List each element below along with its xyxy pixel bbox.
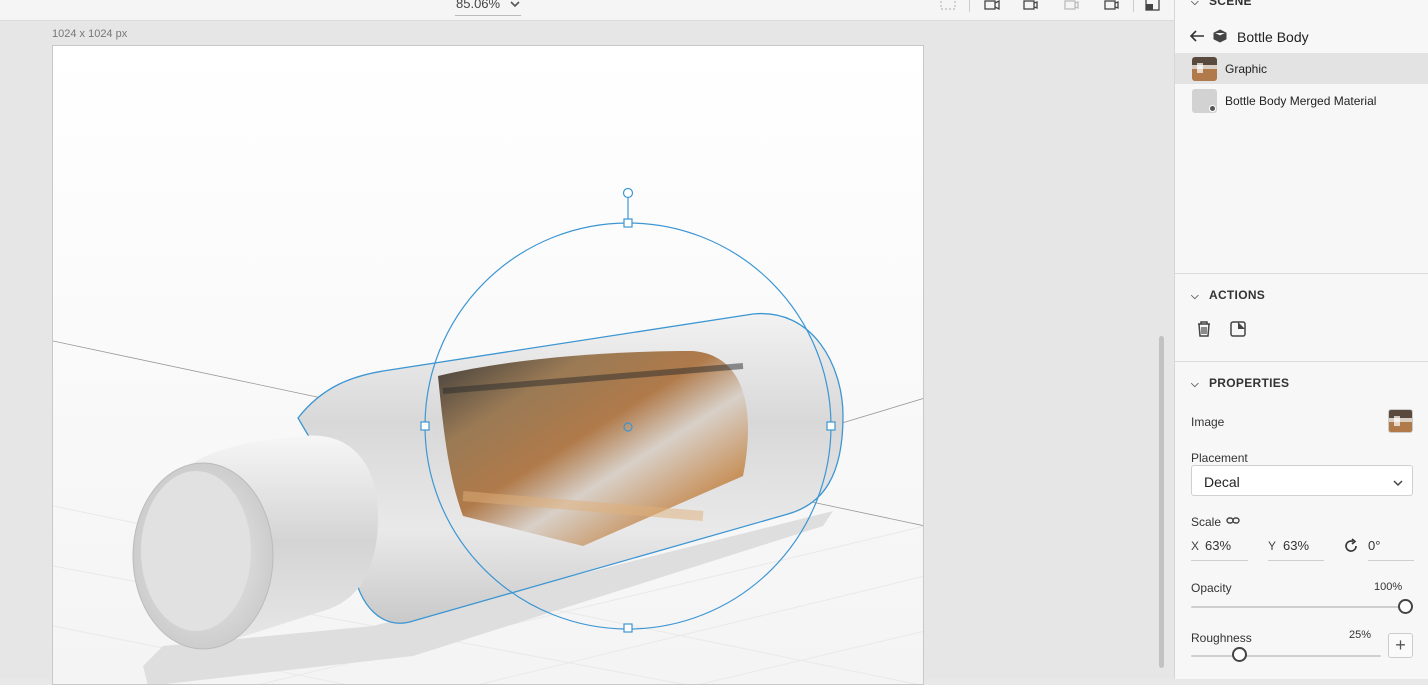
layer-label: Graphic bbox=[1225, 62, 1268, 76]
frame-icon[interactable] bbox=[939, 0, 957, 13]
artboard[interactable] bbox=[52, 45, 924, 685]
section-divider bbox=[1175, 361, 1428, 362]
scale-x-axis-label: X bbox=[1191, 539, 1200, 553]
opacity-slider[interactable] bbox=[1191, 606, 1405, 608]
top-toolbar: 85.06% bbox=[0, 0, 1174, 21]
material-thumbnail bbox=[1192, 89, 1217, 113]
rotation-field[interactable]: 0° bbox=[1368, 537, 1414, 561]
canvas-area: 1024 x 1024 px bbox=[0, 21, 1174, 685]
properties-section-header[interactable]: ⌵ PROPERTIES bbox=[1191, 376, 1289, 390]
chevron-down-icon: ⌵ bbox=[1191, 379, 1199, 390]
opacity-value: 100% bbox=[1374, 581, 1403, 593]
add-button[interactable]: + bbox=[1388, 633, 1413, 658]
back-arrow-icon[interactable] bbox=[1189, 29, 1205, 46]
roughness-slider[interactable] bbox=[1191, 655, 1381, 657]
placement-select[interactable]: Decal bbox=[1191, 465, 1413, 496]
panel-icon[interactable] bbox=[1144, 0, 1162, 13]
scale-x-value: 63% bbox=[1205, 538, 1232, 553]
camera-add-icon[interactable] bbox=[983, 0, 1001, 13]
toolbar-divider bbox=[969, 0, 970, 12]
model-icon bbox=[1213, 29, 1227, 46]
scene-section-header[interactable]: ⌵ SCENE bbox=[1191, 0, 1252, 8]
properties-panel: ⌵ SCENE Bottle Body Graphic Bottle Body M… bbox=[1174, 0, 1428, 679]
edit-decal-icon[interactable] bbox=[1229, 320, 1247, 338]
trash-icon[interactable] bbox=[1195, 320, 1213, 338]
breadcrumb-label: Bottle Body bbox=[1237, 29, 1309, 45]
zoom-value: 85.06% bbox=[456, 0, 501, 11]
scale-y-axis-label: Y bbox=[1268, 539, 1277, 553]
layer-item-graphic[interactable]: Graphic bbox=[1175, 53, 1428, 84]
scale-x-field[interactable]: X 63% bbox=[1191, 537, 1248, 561]
scene-viewport[interactable] bbox=[53, 46, 924, 685]
placement-label: Placement bbox=[1191, 451, 1248, 465]
scale-y-value: 63% bbox=[1283, 538, 1310, 553]
roughness-value: 25% bbox=[1349, 629, 1372, 641]
camera-disabled-icon[interactable] bbox=[1062, 0, 1080, 13]
graphic-thumbnail bbox=[1192, 57, 1217, 81]
roughness-slider-handle[interactable] bbox=[1231, 647, 1247, 662]
roughness-label: Roughness bbox=[1191, 631, 1252, 645]
vertical-scrollbar[interactable] bbox=[1159, 336, 1164, 668]
rotate-icon[interactable] bbox=[1343, 538, 1359, 559]
image-label: Image bbox=[1191, 415, 1225, 429]
zoom-dropdown[interactable]: 85.06% bbox=[455, 0, 521, 16]
artboard-dimensions: 1024 x 1024 px bbox=[52, 28, 128, 40]
layer-label: Bottle Body Merged Material bbox=[1225, 94, 1377, 108]
image-thumbnail[interactable] bbox=[1388, 409, 1413, 433]
layer-item-material[interactable]: Bottle Body Merged Material bbox=[1175, 85, 1428, 116]
link-icon[interactable] bbox=[1226, 514, 1240, 532]
chevron-down-icon bbox=[509, 0, 521, 12]
toolbar-divider bbox=[1133, 0, 1134, 12]
scale-label: Scale bbox=[1191, 515, 1222, 529]
scale-y-field[interactable]: Y 63% bbox=[1268, 537, 1324, 561]
actions-section-header[interactable]: ⌵ ACTIONS bbox=[1191, 288, 1265, 302]
chevron-down-icon bbox=[1392, 475, 1404, 493]
rotation-value: 0° bbox=[1368, 538, 1381, 553]
opacity-label: Opacity bbox=[1191, 581, 1232, 595]
chevron-down-icon: ⌵ bbox=[1191, 0, 1199, 8]
opacity-slider-handle[interactable] bbox=[1398, 599, 1413, 614]
placement-value: Decal bbox=[1204, 474, 1240, 490]
camera-icon[interactable] bbox=[1102, 0, 1120, 13]
section-divider bbox=[1175, 273, 1428, 274]
camera-move-icon[interactable] bbox=[1021, 0, 1039, 13]
chevron-down-icon: ⌵ bbox=[1191, 291, 1199, 302]
